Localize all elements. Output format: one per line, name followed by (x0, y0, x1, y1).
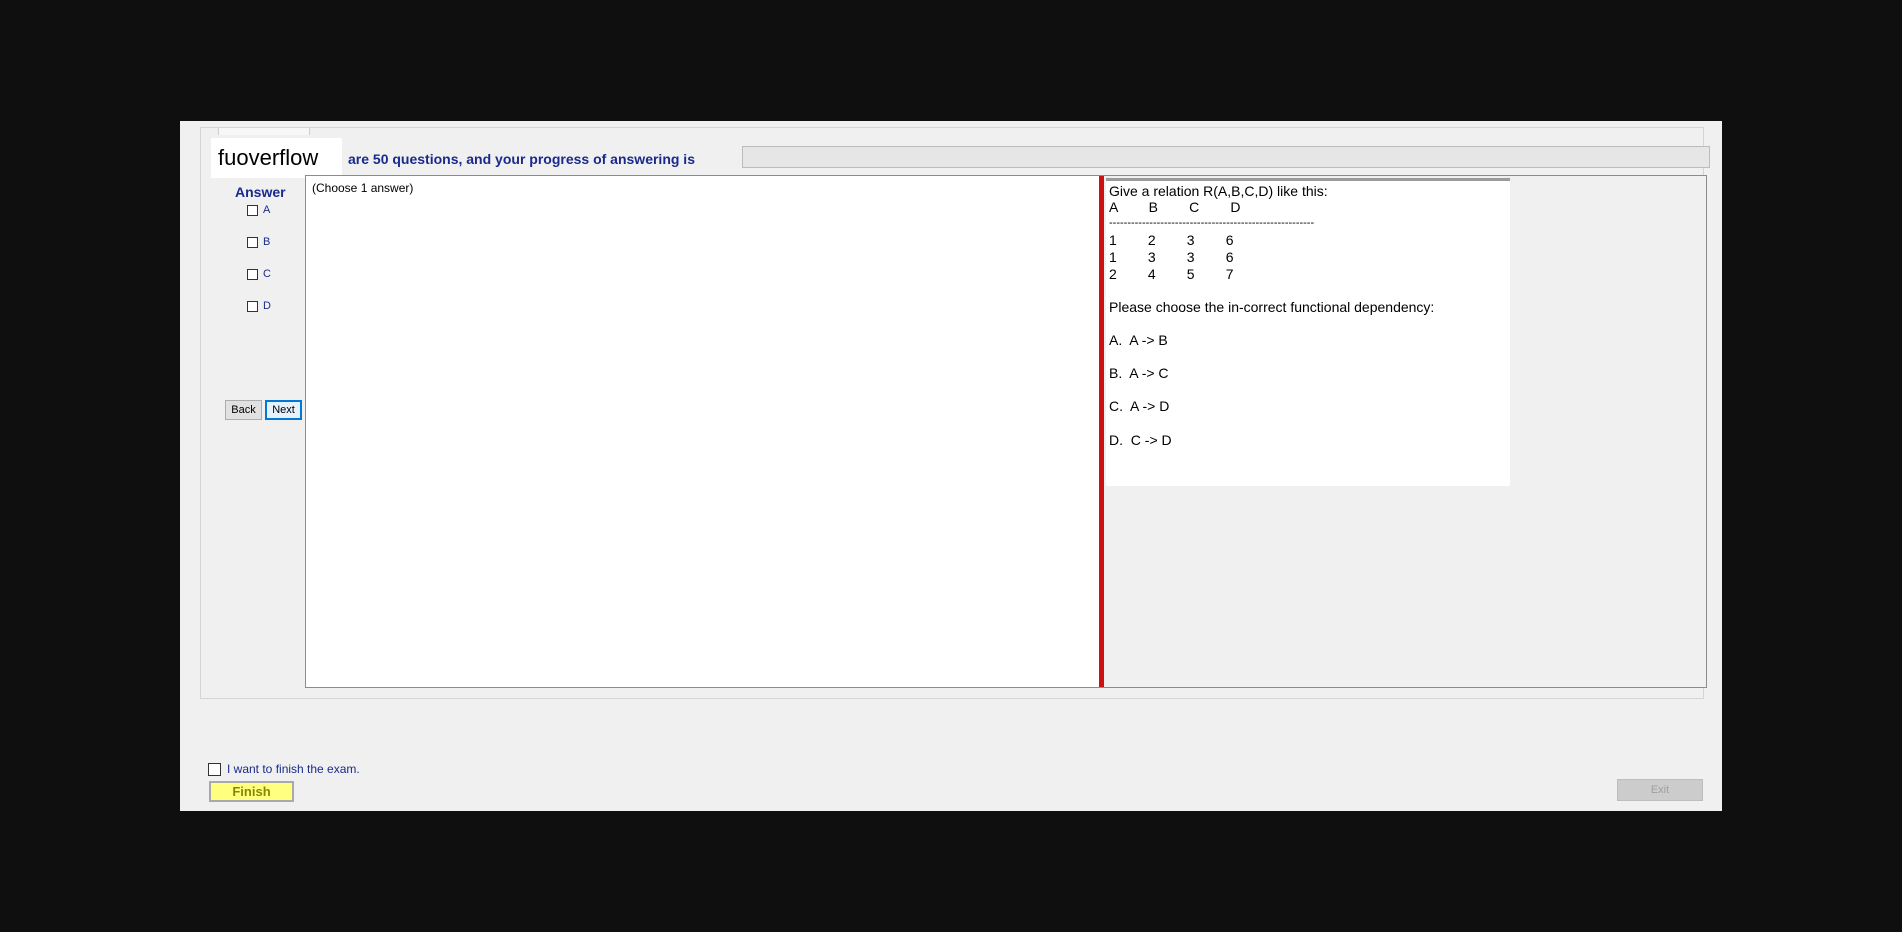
question-prompt: Please choose the in-correct functional … (1109, 299, 1435, 315)
answer-option-label: B (263, 236, 271, 248)
checkbox[interactable] (247, 268, 258, 280)
answer-panel: (Choose 1 answer) (306, 176, 1099, 687)
choice-item: C. A -> D (1109, 398, 1170, 414)
answer-title: Answer (235, 184, 286, 200)
choose-answer-label: (Choose 1 answer) (312, 181, 414, 195)
finish-button[interactable]: Finish (209, 781, 294, 802)
table-header-row: A B C D (1109, 199, 1241, 215)
choice-item: B. A -> C (1109, 365, 1169, 381)
checkbox[interactable] (247, 204, 258, 216)
checkbox[interactable] (247, 236, 258, 248)
table-row: 1 2 3 6 (1109, 232, 1234, 248)
table-row: 2 4 5 7 (1109, 266, 1234, 282)
answer-option-label: C (263, 268, 271, 280)
watermark: fuoverflow (211, 138, 342, 178)
back-button[interactable]: Back (225, 400, 262, 420)
checkbox[interactable] (247, 300, 258, 312)
finish-confirm[interactable]: I want to finish the exam. (208, 762, 360, 776)
answer-option-a[interactable]: A (247, 202, 270, 218)
answer-option-b[interactable]: B (247, 234, 270, 250)
finish-checkbox[interactable] (208, 762, 221, 776)
answer-option-d[interactable]: D (247, 298, 271, 314)
table-row: 1 3 3 6 (1109, 249, 1234, 265)
next-button[interactable]: Next (265, 400, 302, 420)
progress-info-label: are 50 questions, and your progress of a… (348, 151, 695, 167)
question-text-box: Give a relation R(A,B,C,D) like this: A … (1106, 178, 1510, 486)
exit-button[interactable]: Exit (1617, 779, 1703, 801)
choice-item: A. A -> B (1109, 332, 1168, 348)
question-intro: Give a relation R(A,B,C,D) like this: (1109, 183, 1328, 199)
splitter-bar[interactable] (1099, 176, 1104, 687)
answer-option-c[interactable]: C (247, 266, 271, 282)
tab-stub (218, 128, 310, 135)
answer-option-label: A (263, 204, 271, 216)
question-area: (Choose 1 answer) Give a relation R(A,B,… (305, 175, 1707, 688)
finish-checkbox-label: I want to finish the exam. (227, 762, 360, 776)
question-group: fuoverflow are 50 questions, and your pr… (200, 127, 1710, 699)
exam-window: fuoverflow are 50 questions, and your pr… (180, 121, 1722, 811)
table-separator: ----------------------------------------… (1109, 217, 1315, 229)
choice-item: D. C -> D (1109, 432, 1172, 448)
answer-option-label: D (263, 300, 271, 312)
progress-bar (742, 146, 1710, 168)
